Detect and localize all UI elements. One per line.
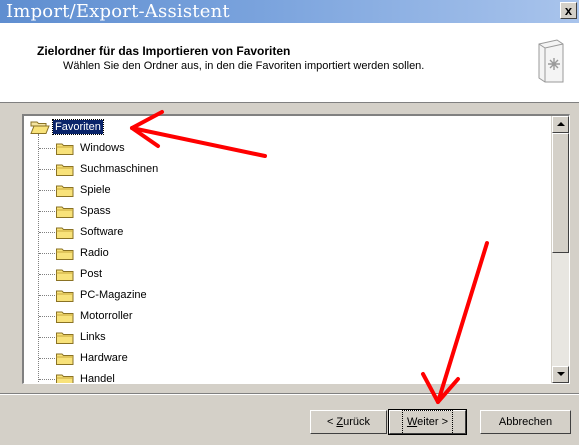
tree-node-favoriten[interactable]: Favoriten bbox=[30, 117, 104, 137]
tree-node-label: Favoriten bbox=[52, 119, 104, 135]
tree-node-label: Handel bbox=[80, 373, 115, 383]
folder-icon bbox=[56, 332, 74, 344]
close-icon: x bbox=[564, 3, 573, 18]
scroll-down-button[interactable] bbox=[552, 366, 569, 383]
folder-tree-list: Favoriten Windows Suchmaschinen Spiele Spas… bbox=[24, 116, 551, 383]
header-title: Zielordner für das Importieren von Favor… bbox=[37, 44, 291, 58]
folder-icon bbox=[56, 374, 74, 383]
tree-connector-line bbox=[39, 211, 55, 212]
tree-connector-line bbox=[39, 316, 55, 317]
folder-icon bbox=[56, 353, 74, 365]
tree-node[interactable]: Windows bbox=[55, 138, 127, 158]
tree-connector-line bbox=[39, 253, 55, 254]
tree-connector-line bbox=[39, 232, 55, 233]
back-rest: urück bbox=[343, 415, 371, 428]
folder-tree[interactable]: Favoriten Windows Suchmaschinen Spiele Spas… bbox=[22, 114, 570, 384]
folder-icon bbox=[56, 164, 74, 176]
scroll-up-arrow-icon bbox=[557, 122, 565, 126]
tree-node-label: Spass bbox=[80, 205, 111, 217]
tree-node[interactable]: PC-Magazine bbox=[55, 285, 149, 305]
folder-icon bbox=[56, 206, 74, 218]
tree-node-label: Links bbox=[80, 331, 106, 343]
tree-node-label: Radio bbox=[80, 247, 109, 259]
tree-connector-line bbox=[39, 358, 55, 359]
tree-connector-line bbox=[39, 190, 55, 191]
tree-node[interactable]: Spiele bbox=[55, 180, 113, 200]
header-subtitle: Wählen Sie den Ordner aus, in den die Fa… bbox=[63, 60, 425, 72]
folder-icon bbox=[56, 185, 74, 197]
scroll-down-arrow-icon bbox=[557, 372, 565, 376]
tree-connector-line bbox=[39, 295, 55, 296]
folder-icon bbox=[56, 227, 74, 239]
tree-node-label: Software bbox=[80, 226, 124, 238]
cancel-button[interactable]: Abbrechen bbox=[480, 410, 571, 434]
tree-connector-line bbox=[38, 134, 39, 383]
tree-node[interactable]: Links bbox=[55, 327, 108, 347]
next-suffix: > bbox=[438, 415, 449, 428]
tree-connector-line bbox=[39, 169, 55, 170]
next-mnemonic: W bbox=[406, 415, 418, 428]
tree-connector-line bbox=[39, 379, 55, 380]
tree-node[interactable]: Suchmaschinen bbox=[55, 159, 160, 179]
back-button[interactable]: < Zurück bbox=[310, 410, 387, 434]
next-rest: eiter bbox=[417, 415, 439, 428]
wizard-book-icon bbox=[538, 39, 564, 83]
folder-open-icon bbox=[30, 121, 50, 134]
folder-icon bbox=[56, 248, 74, 260]
tree-node-label: Spiele bbox=[80, 184, 111, 196]
wizard-header: Zielordner für das Importieren von Favor… bbox=[0, 23, 579, 103]
folder-icon bbox=[56, 311, 74, 323]
next-button[interactable]: Weiter > bbox=[388, 409, 467, 435]
vertical-scrollbar[interactable] bbox=[551, 116, 569, 383]
tree-connector-line bbox=[39, 274, 55, 275]
scroll-thumb[interactable] bbox=[552, 133, 569, 253]
tree-node[interactable]: Radio bbox=[55, 243, 111, 263]
tree-node-label: Motorroller bbox=[80, 310, 133, 322]
title-bar: Import/Export-Assistent x bbox=[0, 0, 579, 23]
tree-node-label: Hardware bbox=[80, 352, 128, 364]
tree-node[interactable]: Hardware bbox=[55, 348, 130, 368]
tree-node[interactable]: Post bbox=[55, 264, 104, 284]
close-button[interactable]: x bbox=[560, 2, 577, 19]
tree-node-label: Post bbox=[80, 268, 103, 280]
folder-icon bbox=[56, 269, 74, 281]
tree-node-label: Suchmaschinen bbox=[80, 163, 159, 175]
tree-connector-line bbox=[39, 337, 55, 338]
window-title: Import/Export-Assistent bbox=[6, 1, 230, 22]
tree-connector-line bbox=[39, 148, 55, 149]
folder-icon bbox=[56, 143, 74, 155]
tree-node[interactable]: Software bbox=[55, 222, 125, 242]
tree-node[interactable]: Spass bbox=[55, 201, 113, 221]
scroll-up-button[interactable] bbox=[552, 116, 569, 133]
tree-node[interactable]: Handel bbox=[55, 369, 117, 383]
tree-node[interactable]: Motorroller bbox=[55, 306, 135, 326]
tree-node-label: PC-Magazine bbox=[80, 289, 147, 301]
folder-icon bbox=[56, 290, 74, 302]
back-prefix: < bbox=[326, 415, 337, 428]
footer-divider bbox=[0, 393, 579, 395]
tree-node-label: Windows bbox=[80, 142, 125, 154]
